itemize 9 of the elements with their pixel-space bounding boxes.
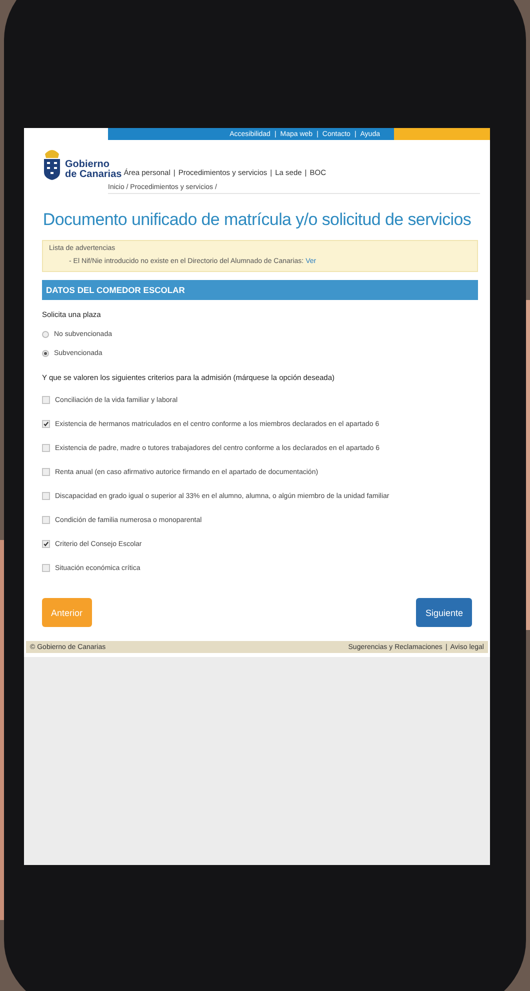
section-header: DATOS DEL COMEDOR ESCOLAR <box>42 280 478 300</box>
logo-text: de Canarias <box>65 170 122 180</box>
checkbox[interactable] <box>42 540 50 548</box>
radio-button[interactable] <box>42 331 49 338</box>
logo-text: Gobierno <box>65 160 110 170</box>
radio-button[interactable] <box>42 350 49 357</box>
page-title: Documento unificado de matrícula y/o solicitud de servicios <box>42 210 472 230</box>
next-button[interactable]: Siguiente <box>416 598 472 627</box>
checkbox[interactable] <box>42 420 50 428</box>
